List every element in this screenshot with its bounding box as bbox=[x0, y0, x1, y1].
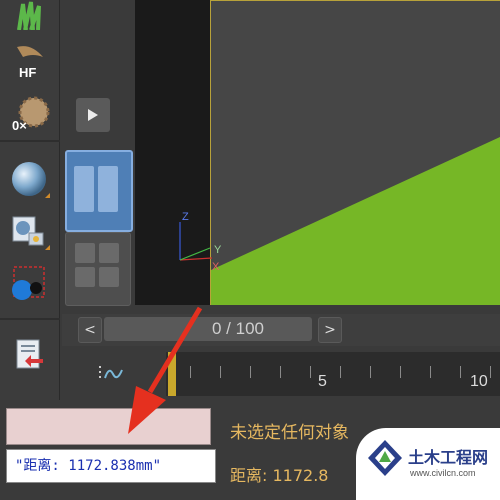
logo-icon bbox=[368, 440, 402, 476]
site-watermark: 土木工程网 www.civilcn.com bbox=[356, 428, 500, 500]
watermark-url: www.civilcn.com bbox=[410, 468, 476, 478]
watermark-name: 土木工程网 bbox=[408, 448, 489, 467]
annotation-arrow bbox=[128, 306, 203, 434]
